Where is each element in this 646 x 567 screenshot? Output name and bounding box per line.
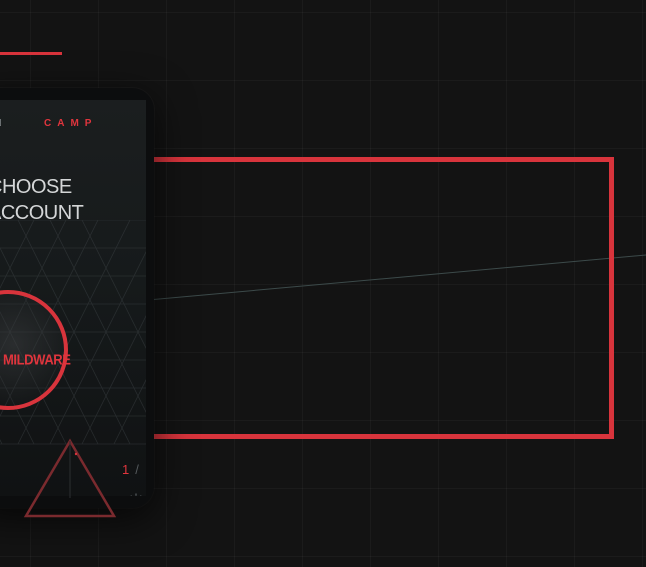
page-separator: /: [135, 462, 139, 477]
account-label: MILDWARE: [3, 350, 71, 369]
title-line-2: ACCOUNT: [0, 202, 84, 224]
title-line-1: CHOOSE: [0, 176, 72, 198]
accent-line: [0, 52, 62, 55]
triangle-icon: [23, 438, 117, 518]
page-current: 1: [122, 462, 130, 477]
page-title: CHOOSE ACCOUNT: [0, 174, 84, 226]
phone-screen: O N CAMP CHOOSE ACCOUNT MILDWARE 1/: [0, 100, 146, 496]
brand-prefix: O N: [0, 118, 8, 129]
canvas: O N CAMP CHOOSE ACCOUNT MILDWARE 1/: [0, 0, 646, 567]
brand-name: CAMP: [44, 118, 98, 129]
focus-frame: [146, 157, 614, 439]
gear-icon[interactable]: [127, 492, 145, 496]
page-indicator: 1/: [122, 462, 139, 477]
